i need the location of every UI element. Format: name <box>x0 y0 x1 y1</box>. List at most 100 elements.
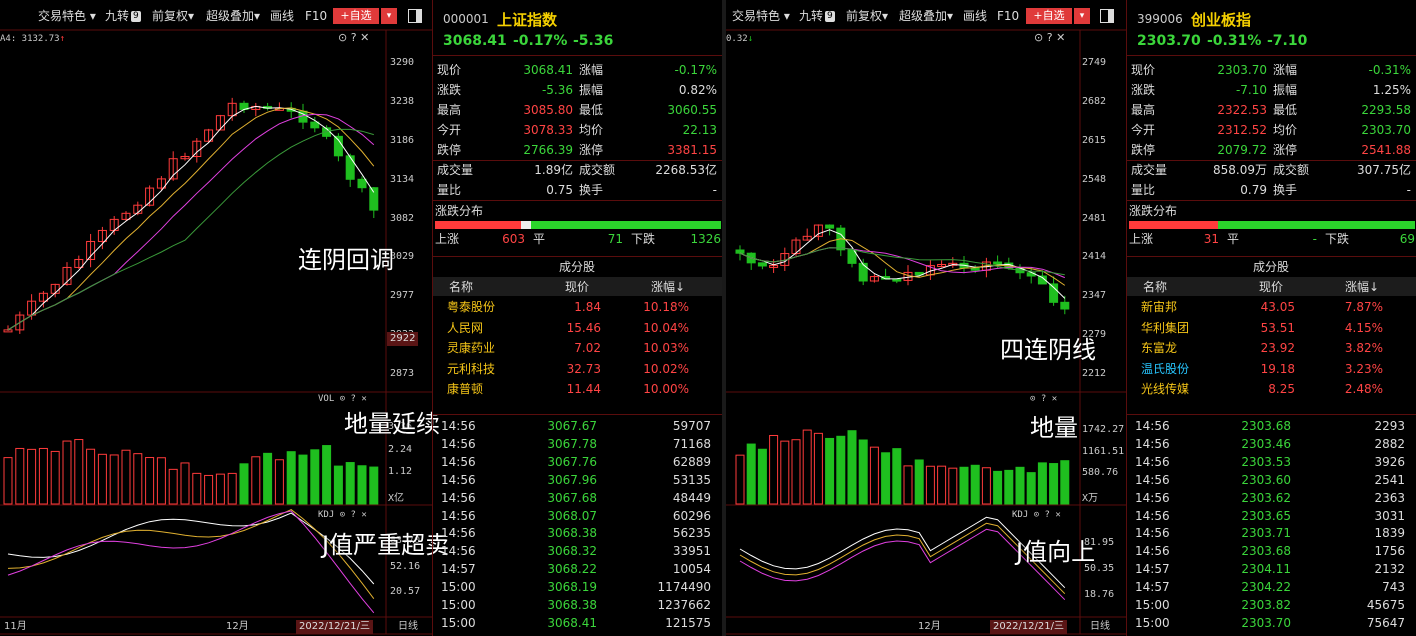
help-icon[interactable]: ? <box>1047 31 1053 44</box>
quote-label: 最高 <box>1131 103 1156 117</box>
quote-value: -5.36 <box>541 83 573 97</box>
tick-volume: 56235 <box>672 526 711 541</box>
period-selector[interactable]: 日线 <box>398 619 418 635</box>
constituent-name[interactable]: 粤泰股份 <box>447 297 495 317</box>
axis-tick-label: 1.12 <box>388 466 413 478</box>
stock-price: 2303.70 <box>1137 33 1201 49</box>
axis-tick-label: 2749 <box>1082 57 1107 68</box>
volume-bar <box>993 470 1003 505</box>
settings-icon[interactable]: ⊙ <box>340 394 345 404</box>
settings-icon[interactable]: ⊙ <box>1034 510 1039 520</box>
tick-time: 14:56 <box>441 526 476 541</box>
constituent-name[interactable]: 元利科技 <box>447 359 495 379</box>
constituent-name[interactable]: 灵康药业 <box>447 338 495 358</box>
kdj-line <box>7 510 375 614</box>
quote-label: 涨跌 <box>1131 83 1156 97</box>
help-icon[interactable]: ? <box>351 510 356 520</box>
constituent-price: 8.25 <box>1268 382 1295 396</box>
tick-price: 2304.22 <box>1241 580 1291 595</box>
constituent-name[interactable]: 华利集团 <box>1141 318 1189 338</box>
tick-volume: 60296 <box>672 508 711 523</box>
tick-price: 2303.68 <box>1241 544 1291 559</box>
close-icon[interactable]: ✕ <box>361 394 366 404</box>
flat-label: 平 <box>533 232 546 246</box>
constituent-name[interactable]: 人民网 <box>447 318 483 338</box>
constituent-pct: 10.00% <box>643 382 689 396</box>
column-pct-header[interactable]: 涨幅↓ <box>651 277 685 297</box>
settings-icon[interactable]: ⊙ <box>338 31 347 44</box>
column-pct-header[interactable]: 涨幅↓ <box>1345 277 1379 297</box>
tick-price: 2303.65 <box>1241 508 1291 523</box>
constituent-name[interactable]: 光线传媒 <box>1141 379 1189 399</box>
column-name-header[interactable]: 名称 <box>1143 277 1167 297</box>
settings-icon[interactable]: ⊙ <box>1034 31 1043 44</box>
column-name-header[interactable]: 名称 <box>449 277 473 297</box>
quote-label: 现价 <box>1131 63 1156 77</box>
tick-volume: 3031 <box>1374 508 1405 523</box>
divider <box>433 414 722 415</box>
close-icon[interactable]: ✕ <box>360 31 369 44</box>
volume-bars <box>735 429 1070 505</box>
quote-value: 0.75 <box>546 183 573 197</box>
quote-label: 最低 <box>1273 103 1298 117</box>
axis-tick-label: 1742.27 <box>1082 424 1125 435</box>
tick-time: 14:56 <box>1135 436 1170 451</box>
quote-label: 成交额 <box>579 163 616 177</box>
period-selector[interactable]: 日线 <box>1090 619 1110 635</box>
quote-label: 跌停 <box>437 143 462 157</box>
column-price-header[interactable]: 现价 <box>565 277 589 297</box>
candle-body <box>858 262 868 282</box>
help-icon[interactable]: ? <box>351 394 356 404</box>
tick-time: 14:56 <box>1135 472 1170 487</box>
close-icon[interactable]: ✕ <box>1055 510 1060 520</box>
axis-tick-label: 2347 <box>1082 290 1107 302</box>
volume-bar <box>310 449 320 505</box>
advance-count: 603 <box>502 232 525 246</box>
help-icon[interactable]: ? <box>351 31 357 44</box>
date-axis: 12月 2022/12/21/三 日线 <box>726 619 1126 635</box>
constituent-name[interactable]: 新宙邦 <box>1141 297 1177 317</box>
volume-bar <box>333 465 343 505</box>
settings-icon[interactable]: ⊙ <box>1030 394 1035 404</box>
tick-price: 3067.78 <box>547 436 597 451</box>
help-icon[interactable]: ? <box>1045 510 1050 520</box>
tick-volume: 2541 <box>1374 472 1405 487</box>
quote-value: 3060.55 <box>667 103 717 117</box>
constituent-name[interactable]: 康普顿 <box>447 379 483 399</box>
tick-price: 3068.19 <box>547 580 597 595</box>
tick-time: 14:56 <box>441 508 476 523</box>
column-price-header[interactable]: 现价 <box>1259 277 1283 297</box>
volume-bar <box>251 456 261 505</box>
constituent-name[interactable]: 东富龙 <box>1141 338 1177 358</box>
tick-volume: 75647 <box>1366 615 1405 630</box>
date-label-dec: 12月 <box>226 621 249 632</box>
close-icon[interactable]: ✕ <box>361 510 366 520</box>
chart-controls: ⊙ ? ✕ <box>338 31 369 44</box>
stock-change-pct: -0.17% <box>513 33 568 49</box>
candle-body <box>369 187 379 211</box>
unchanged-bar <box>520 221 531 229</box>
quote-value: 2322.53 <box>1217 103 1267 117</box>
volume-bar <box>881 452 891 505</box>
close-icon[interactable]: ✕ <box>1056 31 1065 44</box>
axis-tick-label: 2548 <box>1082 173 1107 185</box>
constituent-price: 53.51 <box>1260 320 1295 335</box>
moving-average-line <box>7 107 375 331</box>
candle-body <box>757 262 767 267</box>
candle-body <box>333 135 343 157</box>
quote-label: 现价 <box>437 63 462 77</box>
quote-value: -0.31% <box>1368 63 1411 77</box>
constituent-pct: 10.04% <box>643 320 689 335</box>
quote-value: 2312.52 <box>1217 123 1267 137</box>
tick-price: 3067.67 <box>547 419 597 433</box>
quote-value: 22.13 <box>682 123 717 137</box>
help-icon[interactable]: ? <box>1041 394 1046 404</box>
close-icon[interactable]: ✕ <box>1052 394 1057 404</box>
constituent-name[interactable]: 温氏股份 <box>1141 359 1189 379</box>
tick-time: 14:56 <box>1135 419 1170 433</box>
constituents-title: 成分股 <box>559 260 596 274</box>
constituents-title: 成分股 <box>1253 260 1290 274</box>
settings-icon[interactable]: ⊙ <box>340 510 345 520</box>
axis-tick-label: 3186 <box>390 134 415 146</box>
volume-bar <box>735 454 745 505</box>
